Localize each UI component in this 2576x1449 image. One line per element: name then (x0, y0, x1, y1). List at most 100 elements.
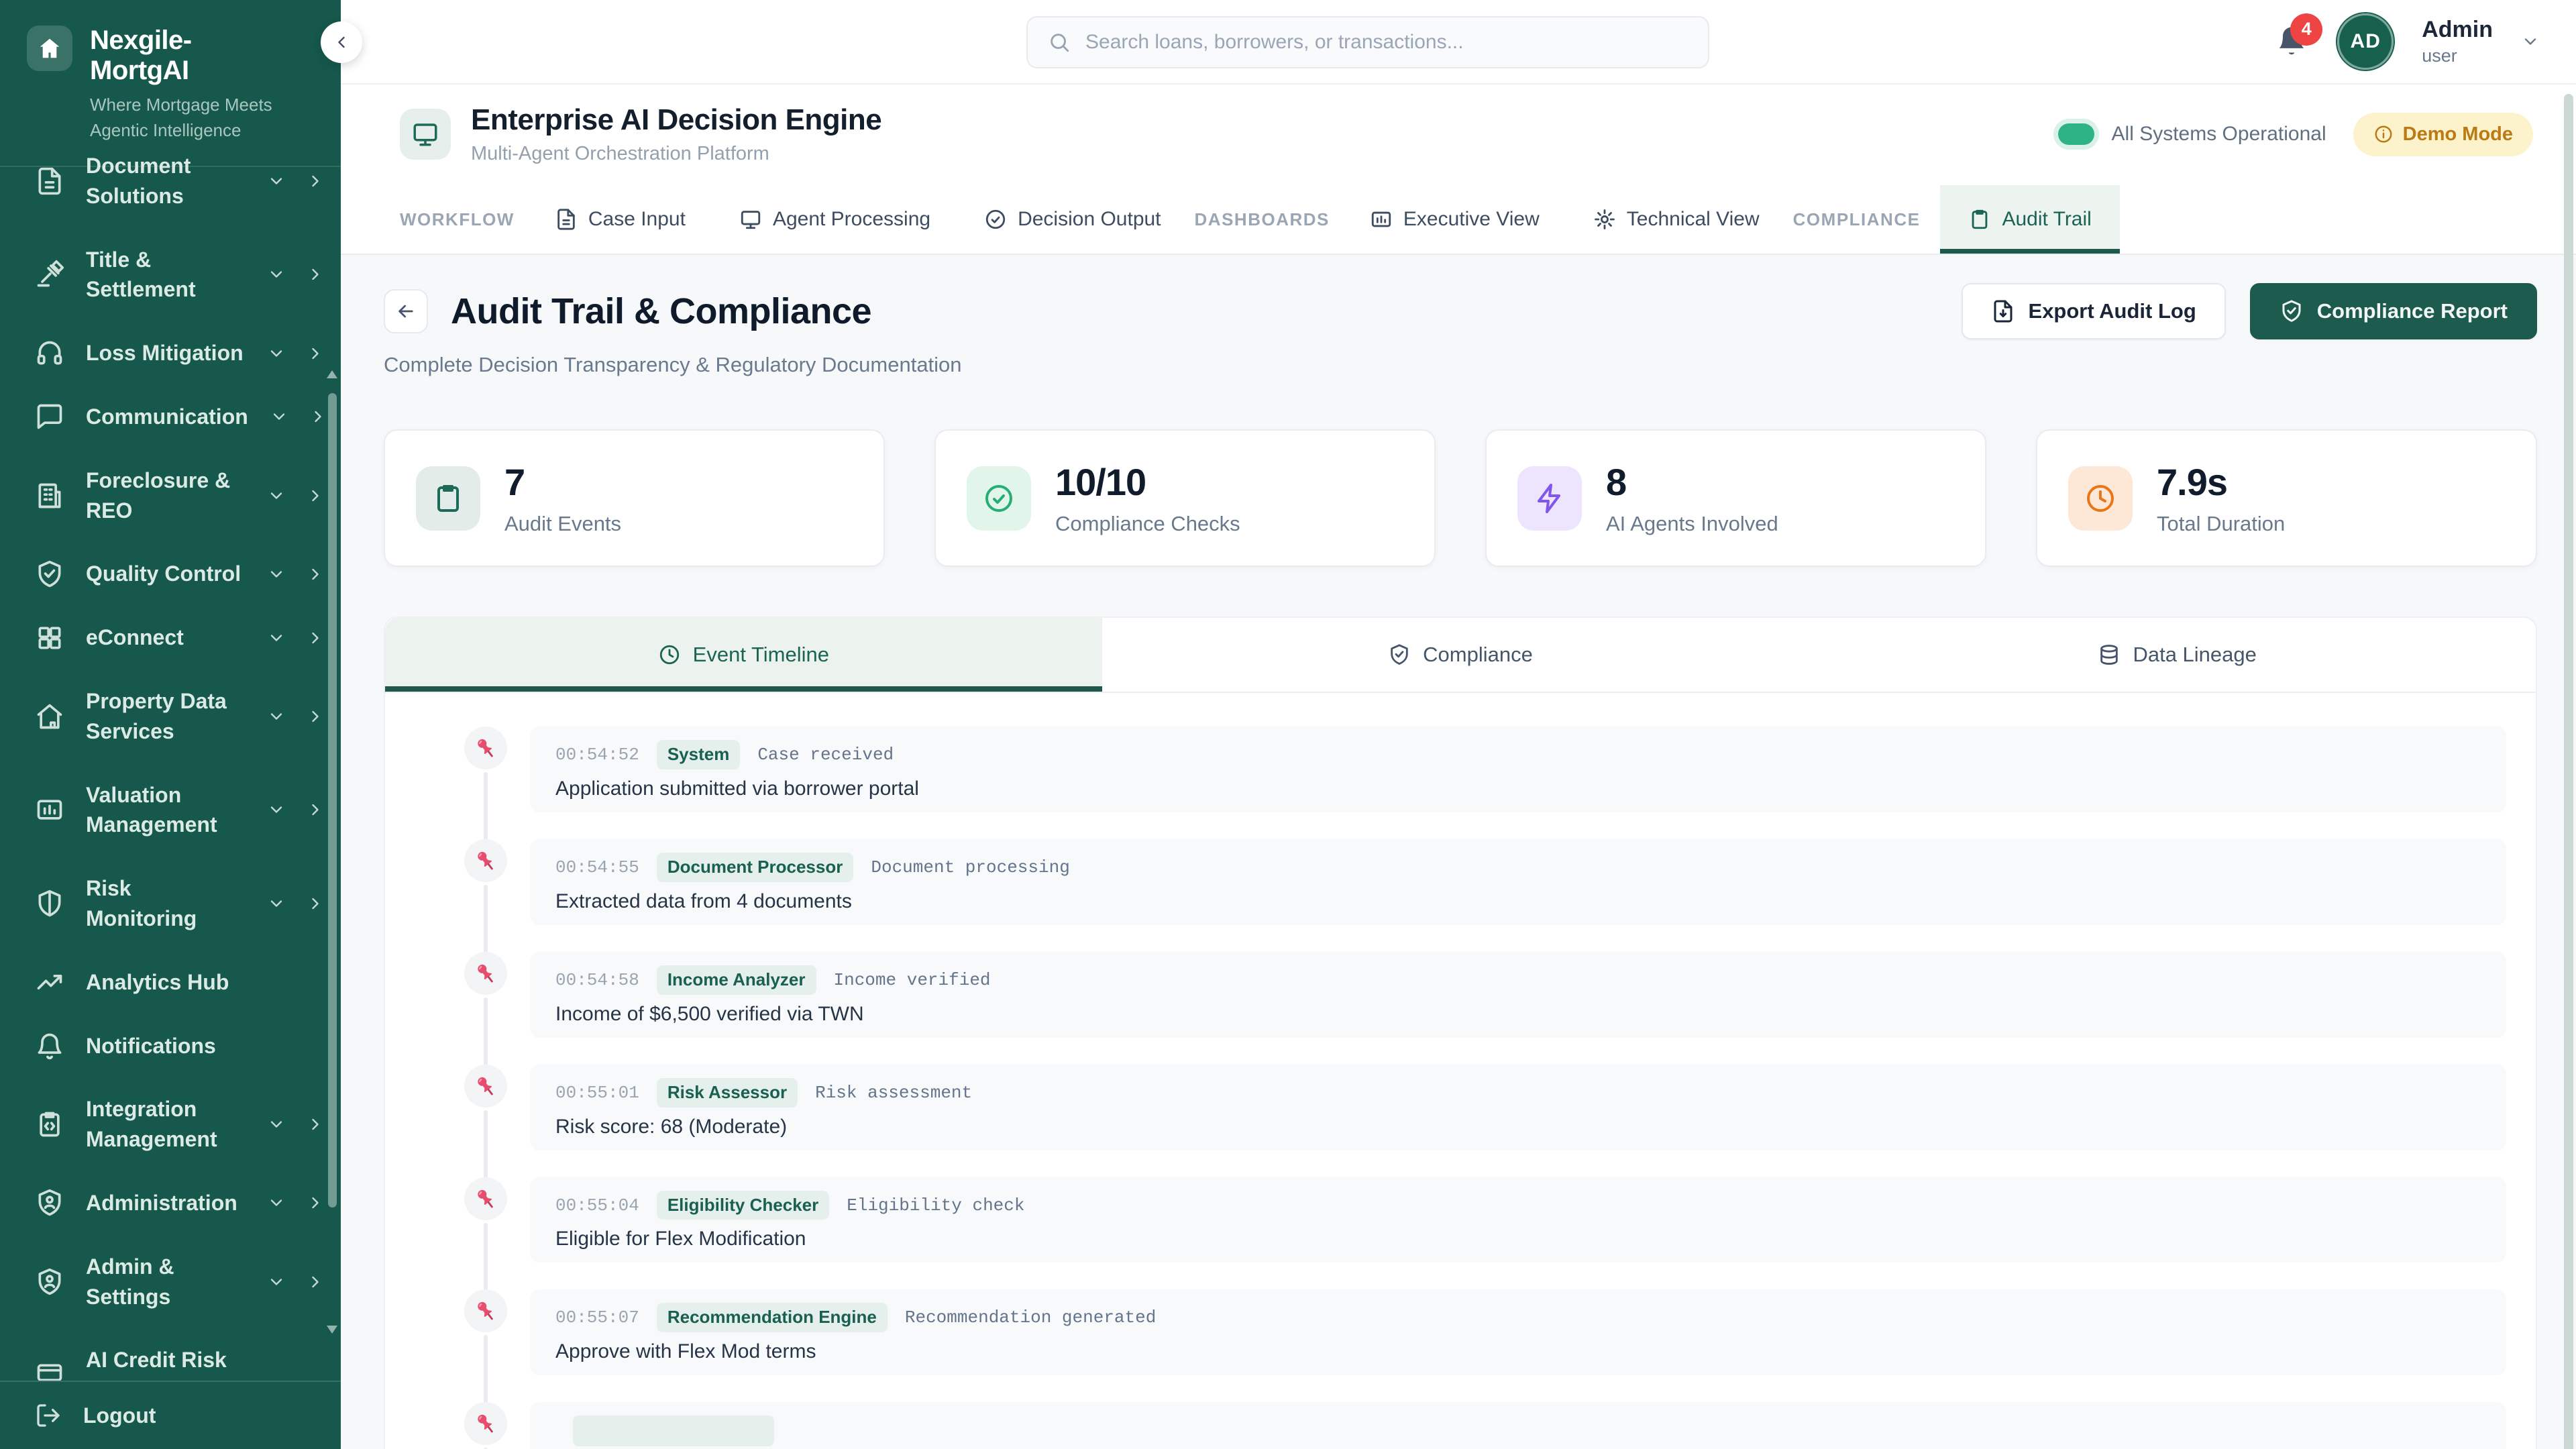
sidebar-item-chevrons (267, 565, 325, 584)
chevron-right-icon[interactable] (306, 707, 325, 726)
event-detail: Risk score: 68 (Moderate) (555, 1116, 2481, 1138)
chevron-down-icon[interactable] (267, 565, 286, 584)
chevron-right-icon[interactable] (306, 1115, 325, 1134)
global-search[interactable] (1026, 16, 1709, 68)
sidebar-item-chevrons (267, 894, 325, 913)
chevron-right-icon[interactable] (306, 800, 325, 819)
timeline-card: 00:54:58 Income Analyzer Income verified… (530, 952, 2506, 1038)
tab-audit-trail[interactable]: Audit Trail (1940, 185, 2119, 254)
chevron-down-icon[interactable] (267, 1115, 286, 1134)
sidebar-collapse-button[interactable] (321, 21, 362, 63)
sidebar-item-loss-mitigation[interactable]: Loss Mitigation (0, 327, 341, 380)
compliance-report-button[interactable]: Compliance Report (2250, 283, 2537, 339)
zap-icon (1534, 482, 1566, 515)
chevron-right-icon[interactable] (306, 1273, 325, 1291)
tab-executive-view[interactable]: Executive View (1350, 185, 1560, 254)
chevron-right-icon[interactable] (306, 486, 325, 505)
logout-button[interactable]: Logout (0, 1381, 341, 1449)
page-scrollbar[interactable] (2564, 94, 2573, 1449)
chevron-down-icon[interactable] (267, 1273, 286, 1291)
page-header: Enterprise AI Decision Engine Multi-Agen… (341, 85, 2576, 185)
sidebar-item-risk-monitoring[interactable]: Risk Monitoring (0, 862, 341, 945)
sidebar-item-administration[interactable]: Administration (0, 1177, 341, 1230)
status-toggle[interactable] (2058, 123, 2094, 145)
chevron-right-icon[interactable] (306, 565, 325, 584)
sidebar-item-ai-credit-risk-assessment[interactable]: AI Credit Risk Assessment (0, 1334, 341, 1381)
search-input[interactable] (1085, 31, 1688, 54)
timeline-entry: 00:54:52 System Case received Applicatio… (464, 727, 2506, 812)
card-check-icon (35, 1360, 64, 1381)
tab-agent-processing[interactable]: Agent Processing (719, 185, 951, 254)
chevron-down-icon[interactable] (267, 894, 286, 913)
sidebar-scroll-up-icon[interactable] (327, 370, 337, 378)
timeline-connector (484, 998, 488, 1066)
chevron-right-icon[interactable] (306, 265, 325, 284)
user-menu-chevron-icon[interactable] (2521, 32, 2540, 51)
panel-tab-event-timeline[interactable]: Event Timeline (385, 618, 1102, 692)
sidebar-item-chevrons (267, 1273, 325, 1291)
logout-icon (35, 1402, 62, 1429)
export-audit-log-button[interactable]: Export Audit Log (1962, 283, 2226, 339)
chevron-right-icon[interactable] (306, 344, 325, 363)
sidebar-item-title-settlement[interactable]: Title & Settlement (0, 233, 341, 317)
chevron-down-icon[interactable] (267, 1193, 286, 1212)
stat-icon-tile (416, 466, 480, 531)
sidebar-item-analytics-hub[interactable]: Analytics Hub (0, 956, 341, 1009)
sidebar-item-integration-management[interactable]: Integration Management (0, 1083, 341, 1166)
timeline-pin (464, 1402, 507, 1445)
sidebar-item-admin-settings[interactable]: Admin & Settings (0, 1240, 341, 1324)
sidebar-item-notifications[interactable]: Notifications (0, 1020, 341, 1073)
sidebar-scrollbar[interactable] (328, 393, 337, 1208)
notifications-button[interactable]: 4 (2274, 23, 2309, 61)
chevron-down-icon[interactable] (267, 172, 286, 191)
timeline-connector (484, 1335, 488, 1403)
chevron-down-icon[interactable] (267, 707, 286, 726)
panel-tab-data-lineage[interactable]: Data Lineage (1819, 618, 2536, 692)
back-button[interactable] (384, 289, 428, 333)
chevron-down-icon[interactable] (270, 407, 288, 426)
sidebar-item-quality-control[interactable]: Quality Control (0, 547, 341, 600)
chevron-down-icon[interactable] (267, 486, 286, 505)
database-icon (2098, 643, 2121, 666)
sidebar-item-chevrons (267, 629, 325, 647)
sidebar-scroll-down-icon[interactable] (327, 1326, 337, 1334)
chevron-right-icon[interactable] (309, 407, 327, 426)
avatar[interactable]: AD (2337, 13, 2394, 70)
sidebar-item-document-solutions[interactable]: Document Solutions (0, 140, 341, 223)
export-button-label: Export Audit Log (2029, 299, 2196, 323)
timeline-card: 00:55:07 Recommendation Engine Recommend… (530, 1289, 2506, 1375)
panel-tab-compliance[interactable]: Compliance (1102, 618, 1819, 692)
sidebar-item-label: Property Data Services (86, 686, 246, 747)
sidebar-item-property-data-services[interactable]: Property Data Services (0, 675, 341, 758)
main-tab-bar: WORKFLOW Case Input Agent Processing Dec… (341, 185, 2576, 255)
headset-icon (35, 339, 64, 368)
chevron-right-icon[interactable] (306, 629, 325, 647)
timeline-pin (464, 1289, 507, 1332)
shield-check-icon (2279, 299, 2304, 323)
chevron-right-icon[interactable] (306, 172, 325, 191)
timeline-pin (464, 839, 507, 882)
chevron-down-icon[interactable] (267, 629, 286, 647)
timeline-entry: 00:55:07 Recommendation Engine Recommend… (464, 1289, 2506, 1375)
chevron-down-icon[interactable] (267, 800, 286, 819)
timeline-card: 00:55:04 Eligibility Checker Eligibility… (530, 1177, 2506, 1263)
sidebar-item-valuation-management[interactable]: Valuation Management (0, 769, 341, 852)
sidebar-item-communication[interactable]: Communication (0, 390, 341, 443)
chevron-down-icon[interactable] (267, 265, 286, 284)
bar-chart-frame-icon (1370, 208, 1393, 231)
event-detail: Approve with Flex Mod terms (555, 1340, 2481, 1363)
sidebar-item-econnect[interactable]: eConnect (0, 611, 341, 664)
tab-group-dashboards: DASHBOARDS (1195, 209, 1330, 230)
chevron-right-icon[interactable] (306, 894, 325, 913)
audit-page-subtitle: Complete Decision Transparency & Regulat… (384, 353, 2537, 377)
tab-decision-output[interactable]: Decision Output (964, 185, 1181, 254)
pushpin-icon (473, 1073, 498, 1099)
timeline-card: 00:54:55 Document Processor Document pro… (530, 839, 2506, 925)
chevron-down-icon[interactable] (267, 344, 286, 363)
chevron-right-icon[interactable] (306, 1193, 325, 1212)
tab-group-compliance: COMPLIANCE (1793, 209, 1921, 230)
tab-technical-view[interactable]: Technical View (1573, 185, 1780, 254)
timeline-connector (484, 1110, 488, 1179)
sidebar-item-foreclosure-reo[interactable]: Foreclosure & REO (0, 454, 341, 537)
tab-case-input[interactable]: Case Input (535, 185, 706, 254)
